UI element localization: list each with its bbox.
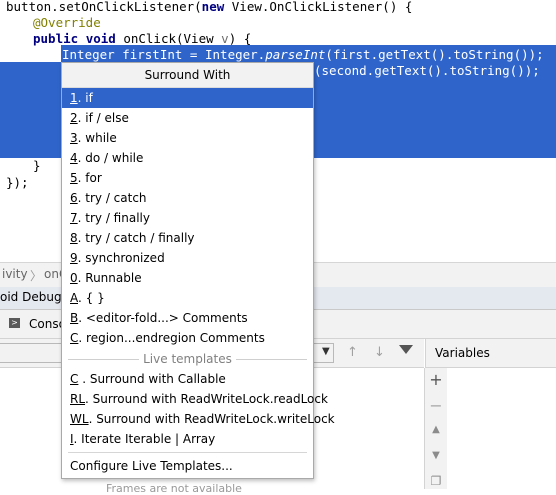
menu-item-surround-callable[interactable]: C . Surround with Callable [62, 369, 313, 389]
menu-item-for[interactable]: 5. for [62, 168, 313, 188]
live-templates-separator: Live templates [68, 351, 307, 367]
arrow-up-icon[interactable]: ▲ [425, 424, 447, 435]
menu-item-while[interactable]: 3. while [62, 128, 313, 148]
menu-item-editor-fold-comments[interactable]: B. <editor-fold...> Comments [62, 308, 313, 328]
code-line: public void onClick(View v) { [33, 31, 252, 46]
surround-with-popup: Surround With 1. if 2. if / else 3. whil… [61, 62, 335, 479]
menu-item-try-catch-finally[interactable]: 8. try / catch / finally [62, 228, 313, 248]
copy-icon[interactable]: ❐ [425, 474, 447, 488]
breadcrumb-separator: 〉 [30, 269, 43, 283]
variables-header: Variables [425, 339, 556, 368]
variables-panel [447, 368, 556, 489]
variables-toolbar: + − ▲ ▼ ❐ [424, 368, 448, 489]
menu-item-braces[interactable]: A. { } [62, 288, 313, 308]
menu-item-try-finally[interactable]: 7. try / finally [62, 208, 313, 228]
menu-item-synchronized[interactable]: 9. synchronized [62, 248, 313, 268]
menu-divider [68, 452, 307, 453]
popup-title: Surround With [62, 63, 313, 88]
menu-item-do-while[interactable]: 4. do / while [62, 148, 313, 168]
code-line-selected: Integer firstInt = Integer.parseInt(firs… [62, 47, 544, 62]
console-icon: > [9, 318, 20, 328]
code-line-selected: (second.getText().toString()); [314, 63, 540, 78]
menu-item-if[interactable]: 1. if [62, 88, 313, 108]
menu-item-region-comments[interactable]: C. region...endregion Comments [62, 328, 313, 348]
plus-icon[interactable]: + [425, 370, 447, 389]
code-line: } [33, 158, 41, 173]
configure-live-templates-link[interactable]: Configure Live Templates... [62, 456, 313, 476]
minus-icon[interactable]: − [425, 396, 447, 415]
live-templates-label: Live templates [139, 352, 236, 366]
menu-item-writelock[interactable]: WL. Surround with ReadWriteLock.writeLoc… [62, 409, 335, 429]
menu-item-try-catch[interactable]: 6. try / catch [62, 188, 313, 208]
tab-debug[interactable]: oid Debugg [0, 290, 69, 304]
menu-item-if-else[interactable]: 2. if / else [62, 108, 313, 128]
arrow-down-icon[interactable]: ▼ [425, 450, 447, 461]
arrow-down-icon[interactable]: ↓ [374, 345, 385, 360]
variables-title: Variables [435, 346, 490, 360]
filter-icon[interactable] [399, 345, 413, 354]
arrow-up-icon[interactable]: ↑ [347, 345, 358, 360]
breadcrumb-item[interactable]: ivity [2, 267, 28, 281]
code-line: button.setOnClickListener(new View.OnCli… [6, 0, 413, 14]
menu-item-runnable[interactable]: 0. Runnable [62, 268, 313, 288]
menu-item-readlock[interactable]: RL. Surround with ReadWriteLock.readLock [62, 389, 328, 409]
menu-item-iterate-iterable[interactable]: I. Iterate Iterable | Array [62, 429, 313, 449]
code-line: @Override [33, 15, 101, 30]
code-line: }); [6, 175, 29, 190]
